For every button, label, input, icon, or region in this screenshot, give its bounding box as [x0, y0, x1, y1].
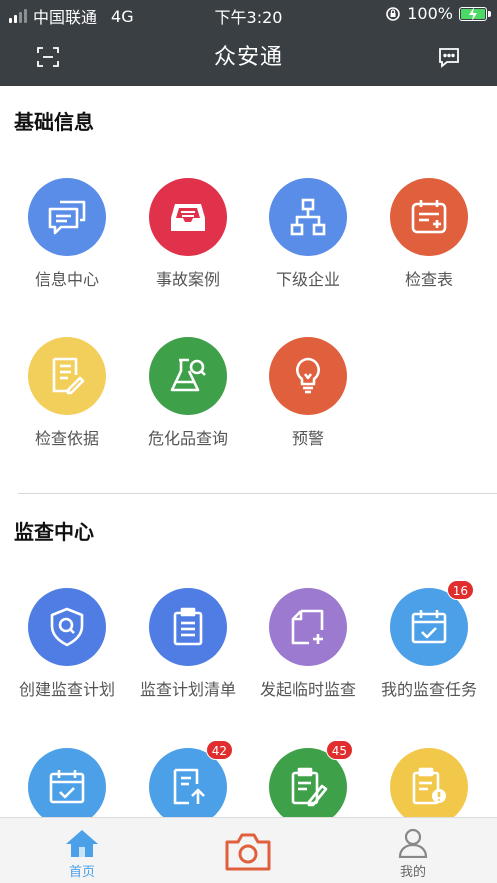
tile-temp-inspection[interactable]: 发起临时监查 — [248, 588, 368, 700]
section-title-supervision: 监查中心 — [14, 520, 94, 544]
tile-document-upload[interactable]: 42 — [128, 740, 248, 826]
tile-label: 发起临时监查 — [259, 680, 356, 699]
tile-label: 监查计划清单 — [139, 680, 236, 699]
tile-info-center[interactable]: 信息中心 — [7, 178, 127, 290]
tile-icon-bg — [269, 588, 347, 666]
clipboard-list-icon — [173, 607, 203, 646]
orientation-lock-icon — [386, 6, 401, 21]
tab-home[interactable]: 首页 — [42, 826, 122, 880]
tab-bar: 首页 我的 — [0, 817, 497, 883]
status-right: 100% — [385, 4, 491, 23]
home-icon — [66, 830, 98, 857]
tile-warning[interactable]: 预警 — [248, 337, 368, 449]
section-title-basic: 基础信息 — [14, 110, 94, 134]
page-title: 众安通 — [213, 45, 283, 70]
upload-count-badge: 42 — [205, 740, 233, 760]
tile-icon-bg: 16 — [390, 580, 474, 666]
note-add-icon — [291, 609, 324, 645]
task-count-badge: 16 — [446, 580, 474, 600]
message-icon — [439, 48, 459, 68]
tile-icon-bg — [149, 178, 227, 256]
calendar-check-icon — [49, 770, 85, 804]
form-icon — [411, 200, 447, 234]
tile-icon-bg: 42 — [149, 740, 233, 826]
org-chart-icon — [290, 198, 326, 236]
tile-plan-list[interactable]: 监查计划清单 — [128, 588, 248, 700]
document-upload-icon — [173, 768, 205, 805]
tile-label: 危化品查询 — [147, 429, 228, 448]
tile-icon-bg — [269, 337, 347, 415]
tile-calendar[interactable] — [7, 748, 127, 826]
tile-icon-bg — [390, 178, 468, 256]
tile-subordinate-companies[interactable]: 下级企业 — [248, 178, 368, 290]
tab-mine-label: 我的 — [399, 865, 426, 880]
tile-icon-bg — [28, 588, 106, 666]
shield-search-icon — [50, 607, 84, 647]
tile-label: 检查依据 — [34, 429, 99, 448]
status-bar: 中国联通 4G 下午3:20 100% — [0, 0, 497, 28]
inbox-icon — [171, 204, 205, 231]
tile-label: 检查表 — [404, 270, 453, 289]
tile-label: 事故案例 — [155, 270, 220, 289]
tile-clipboard-edit[interactable]: 45 — [248, 740, 368, 826]
message-button[interactable] — [434, 42, 464, 72]
tile-label: 信息中心 — [34, 270, 99, 289]
lightbulb-icon — [296, 357, 320, 394]
tab-mine[interactable]: 我的 — [373, 826, 453, 880]
tile-label: 创建监查计划 — [18, 680, 115, 699]
tile-create-plan[interactable]: 创建监查计划 — [7, 588, 127, 700]
tile-icon-bg — [28, 748, 106, 826]
tile-icon-bg — [390, 748, 468, 826]
tile-clipboard-alert[interactable] — [369, 748, 489, 826]
tile-checklist[interactable]: 检查表 — [369, 178, 489, 290]
tile-label: 我的监查任务 — [380, 680, 477, 699]
flask-search-icon — [170, 358, 206, 392]
tab-icon-wrap — [42, 826, 122, 858]
tile-my-tasks[interactable]: 16 我的监查任务 — [369, 580, 489, 700]
section-divider — [18, 493, 497, 494]
tile-inspection-basis[interactable]: 检查依据 — [7, 337, 127, 449]
edit-count-badge: 45 — [325, 740, 353, 760]
document-icon — [52, 357, 85, 395]
chat-icon — [48, 200, 86, 235]
clipboard-edit-icon — [291, 767, 328, 807]
user-icon — [398, 828, 428, 858]
clipboard-alert-icon — [412, 767, 446, 805]
top-bar: 中国联通 4G 下午3:20 100% 众安通 — [0, 0, 497, 86]
calendar-check-icon — [411, 610, 447, 644]
tile-icon-bg — [149, 588, 227, 666]
tile-accident-cases[interactable]: 事故案例 — [128, 178, 248, 290]
camera-icon — [225, 833, 271, 871]
tile-icon-bg — [28, 337, 106, 415]
tile-label: 下级企业 — [275, 270, 340, 289]
tile-icon-bg — [269, 178, 347, 256]
battery-percent: 100% — [407, 4, 453, 23]
tile-icon-bg: 45 — [269, 740, 353, 826]
tile-label: 预警 — [291, 429, 324, 448]
app-screen: 中国联通 4G 下午3:20 100% 众安通 基础信息 信息中心 事故案例 下… — [0, 0, 497, 883]
tile-hazardous-chemicals[interactable]: 危化品查询 — [128, 337, 248, 449]
tile-icon-bg — [149, 337, 227, 415]
nav-bar: 众安通 — [0, 28, 497, 86]
battery-icon — [459, 6, 491, 21]
camera-button[interactable] — [222, 829, 274, 875]
tile-icon-bg — [28, 178, 106, 256]
tab-home-label: 首页 — [68, 865, 95, 880]
tab-icon-wrap — [373, 826, 453, 858]
